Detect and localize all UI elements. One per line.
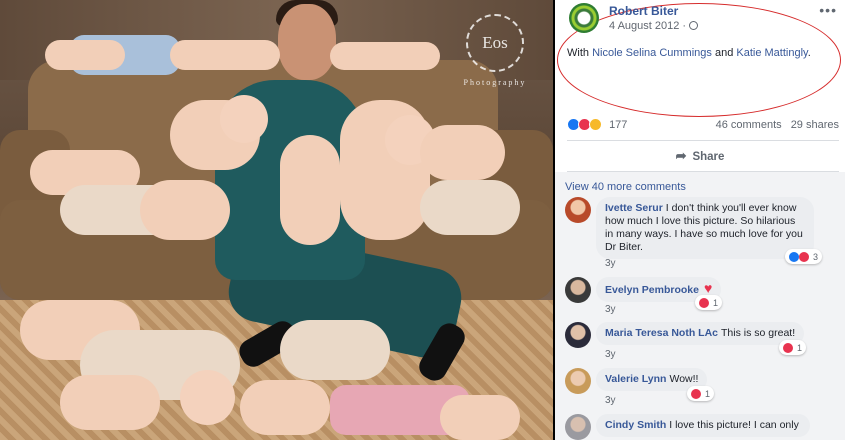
love-reaction-icon xyxy=(799,251,809,262)
comment-item: Evelyn Pembrooke ♥ 1 3y xyxy=(565,277,841,317)
commenter-name[interactable]: Evelyn Pembrooke xyxy=(605,284,699,296)
photo-watermark: Eos Photography xyxy=(440,14,550,94)
author-name[interactable]: Robert Biter xyxy=(609,4,678,18)
reaction-count: 177 xyxy=(609,118,628,131)
commenter-avatar[interactable] xyxy=(565,368,591,394)
commenter-name[interactable]: Maria Teresa Noth LAc xyxy=(605,327,718,339)
commenter-avatar[interactable] xyxy=(565,197,591,223)
watermark-subtitle: Photography xyxy=(463,78,527,87)
post-tagged-people: With Nicole Selina Cummings and Katie Ma… xyxy=(567,47,811,59)
watermark-logo: Eos xyxy=(466,14,524,72)
period: . xyxy=(807,47,811,59)
photo-baby-head xyxy=(180,370,235,425)
comment-age[interactable]: 3y xyxy=(605,304,616,315)
comment-reactions[interactable]: 1 xyxy=(695,295,723,310)
photo-baby-head xyxy=(220,95,268,143)
photo-baby xyxy=(440,395,520,440)
commenter-name[interactable]: Valerie Lynn xyxy=(605,373,666,385)
comment-age[interactable]: 3y xyxy=(605,395,616,406)
photo-man-head xyxy=(278,4,336,80)
comment-item: Cindy Smith I love this picture! I can on… xyxy=(565,414,841,440)
with-prefix: With xyxy=(567,47,589,59)
comment-bubble: Cindy Smith I love this picture! I can on… xyxy=(596,414,810,437)
and-word: and xyxy=(714,47,734,59)
post-date[interactable]: 4 August 2012 · xyxy=(609,20,699,32)
view-more-comments-link[interactable]: View 40 more comments xyxy=(565,181,686,193)
love-reaction-icon xyxy=(691,388,701,399)
post-header: Robert Biter 4 August 2012 · ••• xyxy=(555,0,845,35)
author-avatar[interactable] xyxy=(569,3,599,33)
photo-baby xyxy=(280,320,390,380)
photo-baby xyxy=(420,125,505,180)
comment-reactions[interactable]: 1 xyxy=(687,386,715,401)
divider-line xyxy=(567,140,839,141)
post-side-panel: Robert Biter 4 August 2012 · ••• With Ni… xyxy=(555,0,845,440)
photo-baby xyxy=(60,375,160,430)
photo-baby xyxy=(170,40,280,70)
photo-baby xyxy=(240,380,330,435)
comment-bubble: Ivette Serur I don't think you'll ever kn… xyxy=(596,197,814,259)
comment-text: Wow!! xyxy=(669,373,699,385)
love-reaction-icon xyxy=(783,342,793,353)
share-icon: ➦ xyxy=(675,148,687,163)
comment-reaction-count: 1 xyxy=(797,342,803,353)
comment-reaction-count: 1 xyxy=(705,388,711,399)
comment-reactions[interactable]: 1 xyxy=(779,340,807,355)
like-reaction-icon xyxy=(789,251,799,262)
comment-reaction-count: 1 xyxy=(713,297,719,308)
commenter-avatar[interactable] xyxy=(565,277,591,303)
engagement-counts: 46 comments 29 shares xyxy=(710,119,839,131)
shares-count-link[interactable]: 29 shares xyxy=(791,119,839,131)
comment-item: Valerie Lynn Wow!! 1 3y xyxy=(565,368,841,408)
photo-baby xyxy=(330,42,440,70)
commenter-name[interactable]: Ivette Serur xyxy=(605,202,663,214)
comment-text: This is so great! xyxy=(721,327,796,339)
comment-item: Maria Teresa Noth LAc This is so great! 1… xyxy=(565,322,841,362)
tagged-person-link[interactable]: Nicole Selina Cummings xyxy=(592,47,712,59)
share-button[interactable]: ➦ Share xyxy=(555,144,845,168)
love-reaction-icon xyxy=(699,297,709,308)
comment-item: Ivette Serur I don't think you'll ever kn… xyxy=(565,197,841,269)
comment-reaction-count: 3 xyxy=(813,251,819,262)
share-label: Share xyxy=(692,151,725,163)
photo-baby xyxy=(280,135,340,245)
post-stats: 177 46 comments 29 shares xyxy=(567,118,839,136)
more-options-icon[interactable]: ••• xyxy=(819,2,837,18)
heart-emoji-icon: ♥ xyxy=(703,280,713,296)
reactions-summary[interactable]: 177 xyxy=(567,118,627,134)
comments-section: View 40 more comments Ivette Serur I don'… xyxy=(555,172,845,440)
commenter-avatar[interactable] xyxy=(565,322,591,348)
photo-baby xyxy=(45,40,125,70)
comment-reactions[interactable]: 3 xyxy=(785,249,823,264)
tagged-person-link[interactable]: Katie Mattingly xyxy=(736,47,807,59)
commenter-avatar[interactable] xyxy=(565,414,591,440)
globe-icon xyxy=(689,21,699,30)
photo-baby xyxy=(420,180,520,235)
post-photo[interactable]: Eos Photography xyxy=(0,0,553,440)
comments-count-link[interactable]: 46 comments xyxy=(716,119,782,131)
comment-bubble: Maria Teresa Noth LAc This is so great! xyxy=(596,322,805,345)
haha-reaction-icon xyxy=(589,118,602,131)
comment-age[interactable]: 3y xyxy=(605,349,616,360)
commenter-name[interactable]: Cindy Smith xyxy=(605,419,666,431)
comment-text: I love this picture! I can only xyxy=(669,419,799,431)
comment-age[interactable]: 3y xyxy=(605,258,616,269)
photo-baby xyxy=(140,180,230,240)
post-date-text: 4 August 2012 · xyxy=(609,20,687,32)
